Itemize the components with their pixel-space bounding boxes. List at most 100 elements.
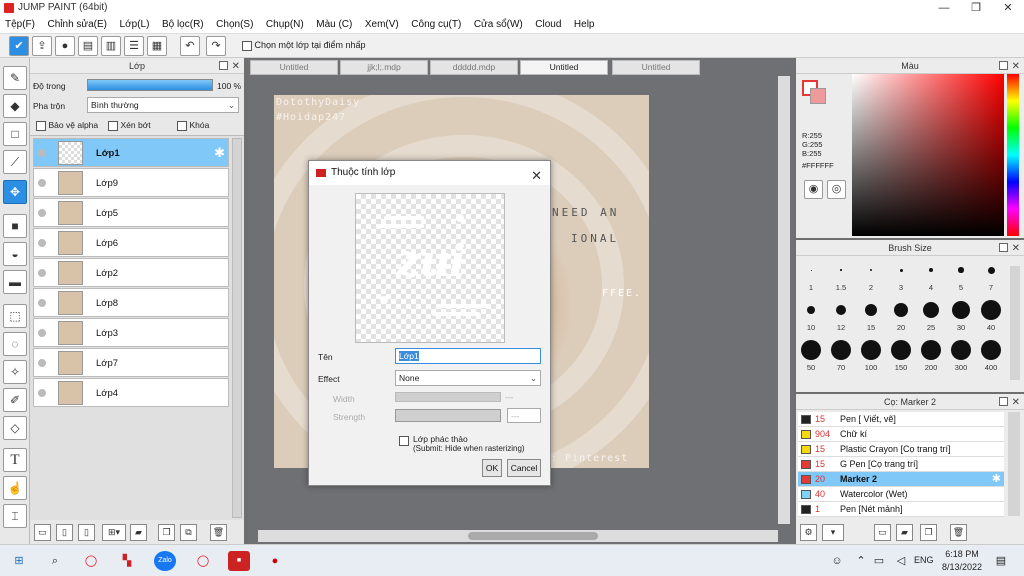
menu-capture[interactable]: Chụp(N) (261, 16, 309, 30)
layer-row[interactable]: Lớp6 (33, 228, 229, 257)
panel-close-icon[interactable]: ✕ (1012, 395, 1020, 411)
effect-select[interactable]: None ⌄ (395, 370, 541, 386)
rect-select-tool-icon[interactable]: ⬚ (3, 304, 27, 328)
app-icon[interactable]: ▚ (116, 551, 138, 571)
visibility-icon[interactable] (38, 299, 46, 307)
document-tab[interactable]: Untitled (612, 60, 700, 75)
lock-option[interactable]: Khóa (177, 120, 209, 131)
duplicate-layer-icon[interactable]: ❐ (158, 524, 175, 541)
brush-size-dot[interactable] (923, 302, 939, 318)
protect-alpha-checkbox[interactable] (36, 120, 46, 131)
brush-size-dot[interactable] (987, 266, 995, 274)
clock-date[interactable]: 8/13/2022 (938, 562, 986, 572)
brush-add-icon[interactable]: ▾ (822, 524, 844, 541)
lock-checkbox[interactable] (177, 120, 187, 131)
opera-gx-icon[interactable]: ◯ (192, 551, 214, 571)
panel-close-icon[interactable]: ✕ (1012, 59, 1020, 75)
line-tool-icon[interactable]: ⟋ (3, 150, 27, 174)
menu-window[interactable]: Cửa sổ(W) (469, 16, 528, 30)
palette-icon[interactable]: ◉ (804, 180, 823, 199)
vertical-scrollbar[interactable] (778, 76, 790, 524)
saturation-value-picker[interactable] (852, 74, 1004, 236)
brush-scrollbar[interactable] (1010, 266, 1020, 380)
cancel-button[interactable]: Cancel (507, 459, 541, 477)
width-slider[interactable] (395, 392, 501, 402)
brush-list-scrollbar[interactable] (1008, 412, 1020, 516)
clipping-option[interactable]: Xén bớt (108, 120, 151, 131)
float-icon[interactable] (999, 61, 1008, 70)
maximize-button[interactable]: ❐ (960, 0, 992, 16)
brush-duplicate-icon[interactable]: ❐ (920, 524, 937, 541)
gradient-tool-icon[interactable]: ▬ (3, 270, 27, 294)
select-layer-option[interactable]: Chọn một lớp tại điểm nhấp (242, 40, 365, 51)
brush-settings-icon[interactable]: ⚙ (800, 524, 817, 541)
visibility-icon[interactable] (38, 269, 46, 277)
menu-select[interactable]: Chọn(S) (211, 16, 258, 30)
document-tab[interactable]: Untitled (250, 60, 338, 75)
magic-wand-tool-icon[interactable]: ✧ (3, 360, 27, 384)
protect-alpha-option[interactable]: Bảo vệ alpha (36, 120, 98, 131)
float-icon[interactable] (999, 397, 1008, 406)
brush-list-item[interactable]: 1 Pen [Nét mảnh] (798, 502, 1004, 517)
palette-edit-icon[interactable]: ◎ (827, 180, 846, 199)
menu-tools[interactable]: Công cụ(T) (406, 16, 466, 30)
list-icon[interactable]: ☰ (124, 36, 144, 56)
strength-slider[interactable] (395, 409, 501, 422)
brush-size-dot[interactable] (952, 301, 970, 319)
visibility-icon[interactable] (38, 179, 46, 187)
zalo-icon[interactable]: Zalo (154, 551, 176, 571)
layer-row[interactable]: Lớp5 (33, 198, 229, 227)
gear-icon[interactable]: ✱ (992, 472, 1001, 486)
new-1bit-layer-icon[interactable]: ▯ (78, 524, 95, 541)
bucket-tool-icon[interactable]: ◒ (3, 242, 27, 266)
volume-icon[interactable]: ◁ (890, 551, 912, 571)
menu-layer[interactable]: Lớp(L) (115, 16, 155, 30)
record-icon[interactable]: ● (264, 551, 286, 571)
menu-view[interactable]: Xem(V) (360, 16, 404, 30)
visibility-icon[interactable] (38, 149, 46, 157)
visibility-icon[interactable] (38, 239, 46, 247)
document-icon[interactable]: ▥ (101, 36, 121, 56)
brush-size-dot[interactable] (899, 268, 903, 272)
search-icon[interactable]: ⌕ (44, 551, 66, 571)
brush-size-dot[interactable] (810, 269, 812, 271)
undo-icon[interactable]: ↶ (180, 36, 200, 56)
cloud-check-icon[interactable]: ✔ (9, 36, 29, 56)
eyedropper-tool-icon[interactable]: ⌶ (3, 504, 27, 528)
visibility-icon[interactable] (38, 359, 46, 367)
export-icon[interactable]: ⇪ (32, 36, 52, 56)
menu-filter[interactable]: Bộ lọc(R) (157, 16, 209, 30)
fill-rect-tool-icon[interactable]: ■ (3, 214, 27, 238)
brush-list-item[interactable]: 15 Pen [ Viết, vẽ] (798, 412, 1004, 427)
folder-icon[interactable]: ▰ (130, 524, 147, 541)
menu-help[interactable]: Help (569, 16, 600, 30)
trash-icon[interactable]: 🗑 (210, 524, 227, 541)
brush-size-dot[interactable] (921, 340, 941, 360)
new-layer-icon[interactable]: ▭ (34, 524, 51, 541)
background-color-swatch[interactable] (810, 88, 826, 104)
horizontal-scroll-thumb[interactable] (468, 532, 598, 540)
opera-icon[interactable]: ◯ (80, 551, 102, 571)
brush-size-dot[interactable] (951, 340, 971, 360)
lasso-tool-icon[interactable]: ◌ (3, 332, 27, 356)
panel-close-icon[interactable]: ✕ (1012, 241, 1020, 257)
horizontal-scrollbar[interactable] (258, 530, 778, 542)
float-icon[interactable] (999, 243, 1008, 252)
clipping-checkbox[interactable] (108, 120, 118, 131)
brush-size-dot[interactable] (870, 269, 872, 271)
layer-row[interactable]: Lớp8 (33, 288, 229, 317)
minimize-button[interactable]: — (928, 0, 960, 16)
layer-row[interactable]: Lớp7 (33, 348, 229, 377)
grid-check-icon[interactable]: ▦ (147, 36, 167, 56)
gear-icon[interactable]: ✱ (214, 145, 225, 161)
brush-size-dot[interactable] (958, 267, 964, 273)
shape-tool-icon[interactable]: □ (3, 122, 27, 146)
brush-size-dot[interactable] (981, 300, 1001, 320)
close-icon[interactable]: ✕ (531, 164, 542, 188)
layer-name-input[interactable]: Lớp1 (395, 348, 541, 364)
menu-color[interactable]: Màu (C) (311, 16, 357, 30)
opacity-slider[interactable] (87, 79, 213, 91)
jump-paint-icon[interactable]: ■ (228, 551, 250, 571)
text-tool-icon[interactable]: T (3, 448, 27, 472)
merge-layer-icon[interactable]: ⧉ (180, 524, 197, 541)
